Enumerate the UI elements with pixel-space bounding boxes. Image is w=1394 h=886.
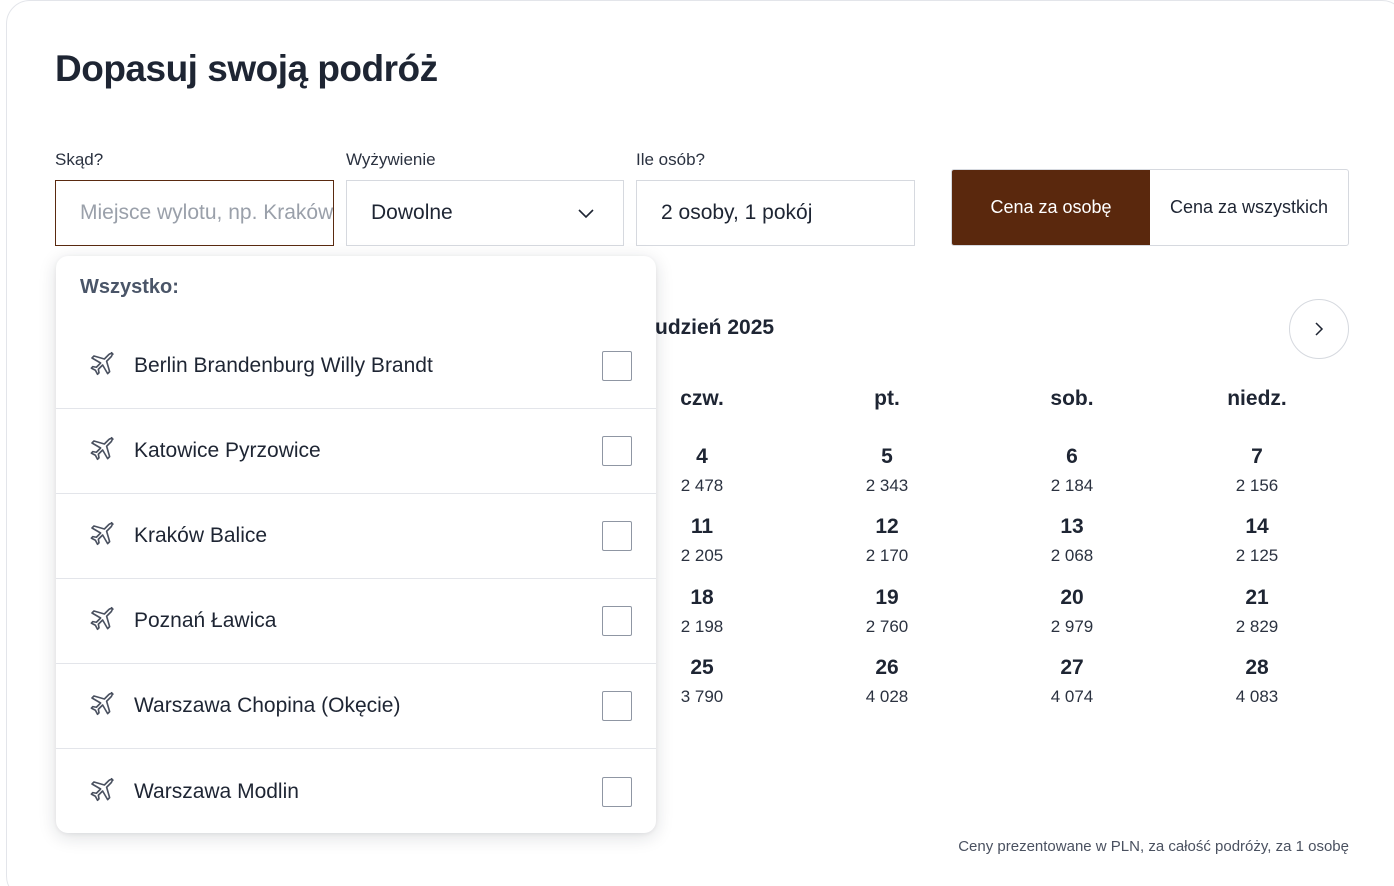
airport-option[interactable]: Warszawa Modlin — [56, 749, 656, 834]
airport-option[interactable]: Berlin Brandenburg Willy Brandt — [56, 324, 656, 409]
calendar-day[interactable]: 5 2 343 — [832, 444, 942, 498]
day-number: 25 — [690, 656, 714, 679]
day-price: 2 829 — [1235, 617, 1279, 636]
day-number: 27 — [1060, 656, 1084, 679]
day-price: 2 125 — [1235, 546, 1279, 565]
day-price: 2 343 — [865, 476, 909, 495]
from-field[interactable] — [55, 180, 334, 246]
day-number: 6 — [1066, 445, 1078, 468]
day-price: 2 170 — [865, 546, 909, 565]
calendar-day[interactable]: 13 2 068 — [1017, 514, 1127, 568]
plane-icon — [90, 777, 114, 801]
plane-icon — [90, 436, 114, 461]
price-total-button[interactable]: Cena za wszystkich — [1150, 170, 1348, 245]
day-price: 2 198 — [680, 617, 724, 636]
day-number: 19 — [875, 586, 899, 609]
airport-name: Warszawa Chopina (Okęcie) — [134, 694, 401, 717]
chevron-down-icon — [578, 209, 594, 219]
day-price: 4 028 — [865, 687, 909, 706]
price-per-person-button[interactable]: Cena za osobę — [952, 170, 1150, 245]
airport-name: Poznań Ławica — [134, 609, 277, 632]
next-month-button[interactable] — [1289, 299, 1349, 359]
weekday-sun: niedz. — [1227, 387, 1287, 410]
calendar-day[interactable]: 6 2 184 — [1017, 444, 1127, 498]
page-title: Dopasuj swoją podróż — [55, 48, 438, 89]
airport-name: Warszawa Modlin — [134, 779, 299, 803]
day-price: 2 478 — [680, 476, 724, 495]
airport-option[interactable]: Poznań Ławica — [56, 579, 656, 664]
day-number: 13 — [1060, 515, 1084, 538]
airport-checkbox[interactable] — [602, 351, 632, 381]
chevron-right-icon — [1315, 322, 1324, 336]
airport-option[interactable]: Katowice Pyrzowice — [56, 409, 656, 494]
day-number: 11 — [690, 515, 714, 538]
airport-checkbox[interactable] — [602, 606, 632, 636]
day-number: 14 — [1245, 515, 1269, 538]
board-label: Wyżywienie — [346, 150, 436, 169]
weekday-sat: sob. — [1050, 387, 1094, 410]
day-price: 3 790 — [680, 687, 724, 706]
day-number: 12 — [875, 515, 899, 538]
board-select[interactable]: Dowolne — [346, 180, 624, 246]
price-footnote: Ceny prezentowane w PLN, za całość podró… — [958, 838, 1349, 855]
day-number: 7 — [1251, 445, 1263, 468]
calendar-day[interactable]: 4 2 478 — [647, 444, 757, 498]
calendar-day[interactable]: 7 2 156 — [1202, 444, 1312, 498]
day-price: 4 083 — [1235, 687, 1279, 706]
day-price: 2 979 — [1050, 617, 1094, 636]
airport-checkbox[interactable] — [602, 521, 632, 551]
calendar-day[interactable]: 19 2 760 — [832, 585, 942, 639]
people-label: Ile osób? — [636, 150, 705, 169]
day-number: 20 — [1060, 586, 1084, 609]
calendar-day[interactable]: 25 3 790 — [647, 655, 757, 709]
board-value: Dowolne — [371, 201, 453, 224]
day-number: 4 — [696, 445, 708, 468]
from-label: Skąd? — [55, 150, 104, 169]
calendar-day[interactable]: 20 2 979 — [1017, 585, 1127, 639]
airport-checkbox[interactable] — [602, 436, 632, 466]
calendar-day[interactable]: 28 4 083 — [1202, 655, 1312, 709]
weekday-fri: pt. — [874, 387, 900, 410]
airport-checkbox[interactable] — [602, 776, 632, 807]
plane-icon — [90, 691, 114, 716]
calendar-day[interactable]: 11 2 205 — [647, 514, 757, 568]
calendar-day[interactable]: 18 2 198 — [647, 585, 757, 639]
plane-icon — [90, 351, 114, 376]
airport-name: Kraków Balice — [134, 524, 268, 547]
airport-option[interactable]: Warszawa Chopina (Okęcie) — [56, 664, 656, 749]
airport-dropdown: Wszystko: Berlin Brandenburg Willy Brand… — [56, 256, 656, 833]
month-title: udzień 2025 — [655, 316, 775, 339]
calendar-day[interactable]: 21 2 829 — [1202, 585, 1312, 639]
day-number: 28 — [1245, 656, 1269, 679]
price-toggle: Cena za osobę Cena za wszystkich — [951, 169, 1349, 246]
day-price: 2 068 — [1050, 546, 1094, 565]
from-input[interactable] — [80, 201, 333, 225]
day-number: 18 — [690, 586, 714, 609]
day-price: 4 074 — [1050, 687, 1094, 706]
people-select[interactable]: 2 osoby, 1 pokój — [636, 180, 915, 246]
calendar-day[interactable]: 26 4 028 — [832, 655, 942, 709]
calendar-day[interactable]: 27 4 074 — [1017, 655, 1127, 709]
calendar-day[interactable]: 12 2 170 — [832, 514, 942, 568]
plane-icon — [90, 606, 114, 631]
airport-checkbox[interactable] — [602, 691, 632, 721]
dropdown-heading: Wszystko: — [80, 276, 179, 298]
weekday-thu: czw. — [680, 387, 724, 410]
plane-icon — [90, 521, 114, 546]
airport-option[interactable]: Kraków Balice — [56, 494, 656, 579]
day-number: 26 — [875, 656, 899, 679]
day-price: 2 156 — [1235, 476, 1279, 495]
day-price: 2 205 — [680, 546, 724, 565]
day-price: 2 184 — [1050, 476, 1094, 495]
airport-name: Katowice Pyrzowice — [134, 439, 321, 462]
day-number: 5 — [881, 445, 893, 468]
day-number: 21 — [1245, 586, 1269, 609]
day-price: 2 760 — [865, 617, 909, 636]
airport-name: Berlin Brandenburg Willy Brandt — [134, 354, 433, 377]
calendar-day[interactable]: 14 2 125 — [1202, 514, 1312, 568]
people-value: 2 osoby, 1 pokój — [661, 201, 813, 224]
